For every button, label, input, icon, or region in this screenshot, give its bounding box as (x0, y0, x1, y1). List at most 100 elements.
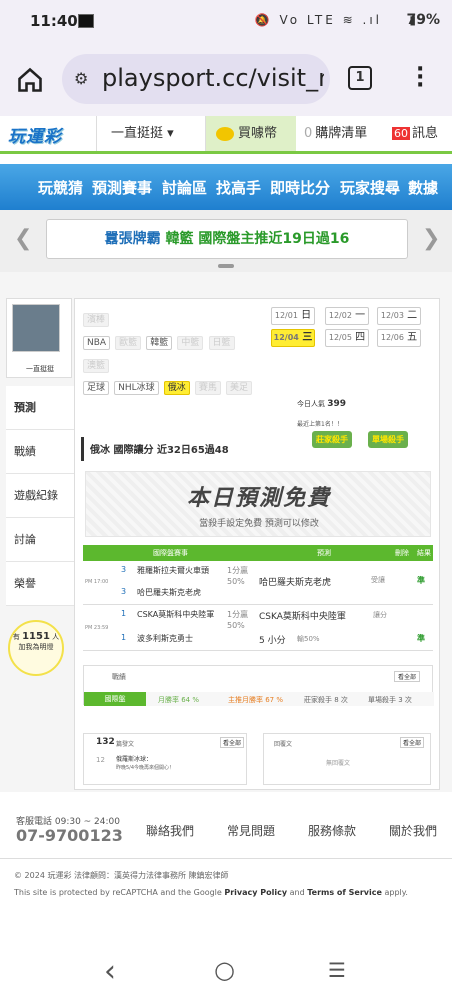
back-icon[interactable]: ‹ (104, 954, 116, 989)
category-tab[interactable]: 歐籃 (115, 336, 142, 350)
date-tab[interactable]: 12/05 四 (325, 329, 369, 347)
footer-divider (0, 858, 452, 859)
recents-icon[interactable]: ☰ (328, 958, 346, 982)
record-section: 戰績 看全部 國際盤 月勝率 64 % 主推月勝率 67 % 莊家殺手 8 次 … (83, 665, 434, 706)
online-prefix: 有 (12, 633, 20, 641)
recaptcha-text: This site is protected by reCAPTCHA and … (14, 888, 222, 897)
footer-link-terms[interactable]: 服務條款 (308, 822, 356, 839)
nav-item[interactable]: 即時比分 (270, 177, 330, 198)
date-tab[interactable]: 12/01 日 (271, 307, 315, 325)
nav-item[interactable]: 數據 (408, 177, 438, 198)
support-phone[interactable]: 07-9700123 (16, 826, 123, 845)
copyright: © 2024 玩運彩 法律顧問：漢英得力法律事務所 陳鎮宏律師 (14, 871, 229, 880)
category-tab[interactable]: 澳籃 (83, 359, 110, 373)
category-tab-selected[interactable]: 俄冰 (163, 381, 190, 395)
record-stat: 單場殺手 3 次 (368, 696, 412, 704)
post-title[interactable]: 俄羅斯冰球： (116, 754, 152, 763)
chevron-right-icon[interactable]: ❯ (422, 226, 440, 251)
replies-label: 回覆文 (274, 741, 293, 748)
footer: 客服電話 09:30 ~ 24:00 07-9700123 聯絡我們 常見問題 … (0, 804, 452, 864)
col-header: 預測 (317, 549, 331, 557)
sidebar-item-game-log[interactable]: 遊戲紀錄 (6, 474, 78, 518)
nav-item[interactable]: 討論區 (162, 177, 207, 198)
footer-link-faq[interactable]: 常見問題 (227, 822, 275, 839)
privacy-link[interactable]: Privacy Policy (224, 888, 287, 897)
team-name: CSKA莫斯科中央陸軍 (137, 610, 215, 619)
nav-item[interactable]: 找高手 (216, 177, 261, 198)
result: 準 (417, 576, 425, 585)
rank-stat: 最近上第1名！！ (297, 421, 343, 428)
home-icon[interactable] (16, 66, 44, 94)
ticker-item[interactable]: 囂張牌霸 韓籃 國際盤主推近19日過16 (46, 219, 408, 259)
category-tab[interactable]: 美足 (225, 381, 252, 395)
see-all-button[interactable]: 看全部 (400, 737, 425, 748)
terms-link[interactable]: Terms of Service (307, 888, 382, 897)
status-time: 11:40 (30, 12, 78, 30)
post-excerpt: 昨晚5/4今晚再來個開心！ (116, 765, 175, 771)
col-header: 刪除 (395, 549, 409, 557)
see-all-button[interactable]: 看全部 (394, 671, 421, 682)
record-stat: 月勝率 64 % (158, 696, 200, 704)
ticker-prefix: 囂張牌霸 (104, 231, 161, 247)
nav-item[interactable]: 預測賽事 (92, 177, 152, 198)
coin-icon (216, 126, 234, 141)
site-logo[interactable]: 玩運彩 (8, 122, 62, 147)
category-tab[interactable]: 賽馬 (194, 381, 221, 395)
battery-percent: 79% (406, 12, 440, 28)
pick-note: 讓分 (373, 611, 387, 619)
tabs-button[interactable]: 1 (348, 66, 372, 90)
sidebar-item-record[interactable]: 戰績 (6, 430, 78, 474)
sidebar-item-predict[interactable]: 預測 (6, 386, 82, 430)
more-menu-icon[interactable]: · · · (416, 59, 424, 97)
see-all-button[interactable]: 看全部 (220, 737, 245, 748)
address-bar[interactable]: ⚙ playsport.cc/visit_m (62, 54, 330, 104)
user-sidebar: 一直挺挺 預測 戰績 遊戲紀錄 討論 榮譽 有 1151 人 加我為明燈 (6, 298, 82, 698)
buy-coin-button[interactable]: 買噱幣 (206, 116, 296, 151)
single-killer-badge: 單場殺手 (368, 431, 408, 448)
messages-link[interactable]: 60 訊息 (388, 116, 452, 151)
category-tab[interactable]: 韓籃 (146, 336, 173, 350)
site-settings-icon[interactable]: ⚙ (74, 69, 88, 88)
team-name: 雅羅斯拉夫爾火車頭 (137, 566, 209, 575)
section-title: 俄冰 國際讓分 近32日65過48 (90, 445, 229, 456)
nav-item[interactable]: 玩家搜尋 (340, 177, 400, 198)
free-subtitle: 當殺手設定免費 預測可以修改 (199, 519, 319, 529)
url-text[interactable]: playsport.cc/visit_m (102, 64, 324, 92)
table-row: PM 17:00 3 雅羅斯拉夫爾火車頭 3 哈巴羅夫斯克老虎 1分贏 50% … (83, 561, 433, 605)
date-tab[interactable]: 12/03 二 (377, 307, 421, 325)
category-tab[interactable]: NBA (83, 336, 111, 350)
category-tab[interactable]: 中籃 (177, 336, 204, 350)
category-tab[interactable]: 濱棒 (83, 313, 110, 327)
date-value: 12/01 (274, 311, 298, 320)
nav-item[interactable]: 玩競猜 (38, 177, 83, 198)
footer-link-contact[interactable]: 聯絡我們 (146, 822, 194, 839)
free-title: 本日預測免費 (186, 486, 331, 511)
follow-lamp-button[interactable]: 有 1151 人 加我為明燈 (8, 620, 64, 676)
chevron-left-icon[interactable]: ❮ (14, 226, 32, 251)
record-tab[interactable]: 國際盤 (84, 692, 146, 706)
posts-label: 篇發文 (116, 741, 135, 748)
odds: 50% (227, 577, 245, 586)
cart-link[interactable]: 0 購牌清單 (298, 116, 384, 151)
date-value: 12/05 (328, 333, 352, 342)
profile-username: 一直挺挺 (26, 365, 54, 373)
user-menu[interactable]: 一直挺挺 ▾ (96, 116, 206, 151)
replies-empty: 無回覆文 (326, 760, 351, 767)
sidebar-item-honor[interactable]: 榮譽 (6, 562, 78, 606)
odds: 1分贏 (227, 610, 249, 619)
date-tab[interactable]: 12/06 五 (377, 329, 421, 347)
sidebar-item-discuss[interactable]: 討論 (6, 518, 78, 562)
stat-label: 今日人氣 (297, 400, 325, 408)
category-tab[interactable]: NHL冰球 (114, 381, 159, 395)
avatar[interactable] (12, 304, 60, 352)
recaptcha-and: and (289, 888, 305, 897)
record-stat: 莊家殺手 8 次 (304, 696, 348, 704)
home-nav-icon[interactable]: ○ (214, 956, 235, 984)
category-tab[interactable]: 日籃 (208, 336, 235, 350)
category-tab[interactable]: 足球 (83, 381, 110, 395)
date-weekday: 三 (302, 332, 313, 343)
date-tab[interactable]: 12/02 一 (325, 307, 369, 325)
date-tab-selected[interactable]: 12/04 三 (271, 329, 315, 347)
site-header: 玩運彩 一直挺挺 ▾ 買噱幣 0 購牌清單 60 訊息 (0, 116, 452, 154)
footer-link-about[interactable]: 關於我們 (389, 822, 437, 839)
